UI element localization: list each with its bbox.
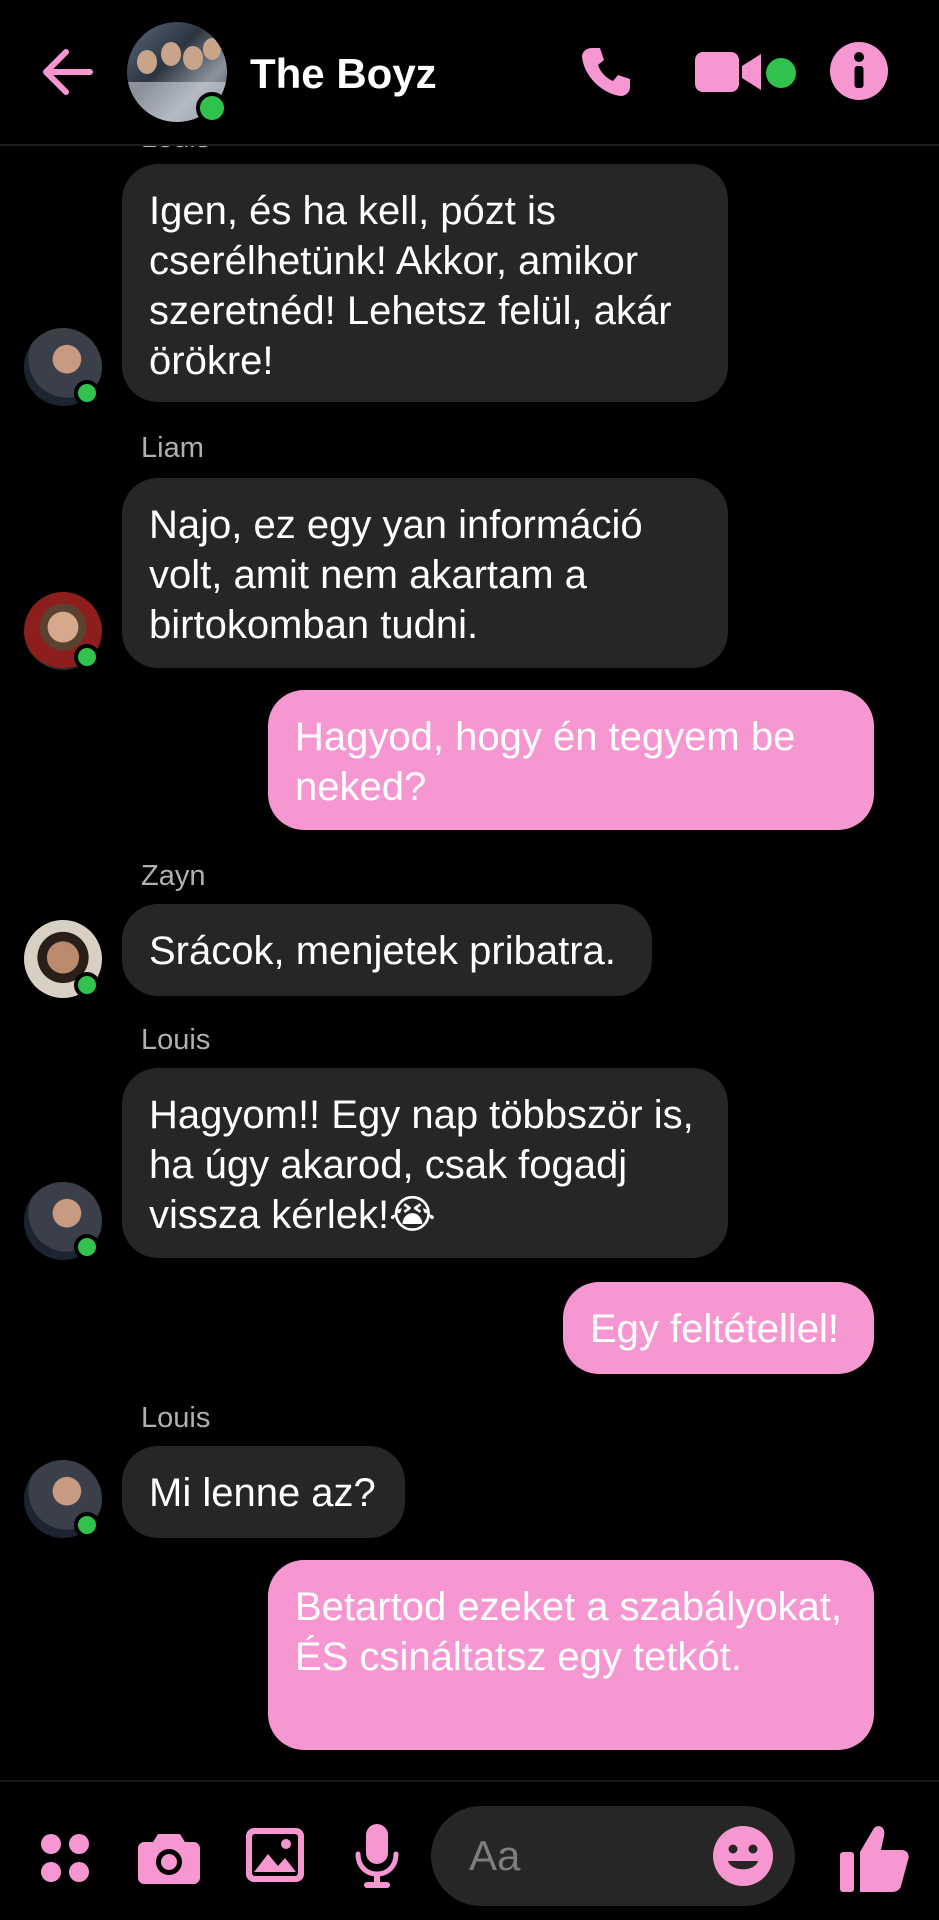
- my-message-bubble[interactable]: Egy feltétellel!: [563, 1282, 874, 1374]
- my-message-bubble[interactable]: Betartod ezeket a szabályokat, ÉS csinál…: [268, 1560, 874, 1750]
- message-composer: [0, 1780, 939, 1920]
- sender-name: Liam: [141, 432, 204, 464]
- message-input-container[interactable]: [431, 1806, 795, 1906]
- online-indicator: [74, 1512, 100, 1538]
- message-bubble[interactable]: Srácok, menjetek pribatra.: [122, 904, 652, 996]
- camera-icon[interactable]: [138, 1830, 200, 1884]
- apps-icon[interactable]: [40, 1833, 90, 1883]
- message-bubble[interactable]: Hagyom!! Egy nap többször is, ha úgy aka…: [122, 1068, 728, 1258]
- message-bubble[interactable]: Najo, ez egy yan információ volt, amit n…: [122, 478, 728, 668]
- sender-name: Zayn: [141, 860, 206, 892]
- microphone-icon[interactable]: [354, 1824, 400, 1888]
- online-indicator: [74, 972, 100, 998]
- info-icon[interactable]: [830, 42, 888, 100]
- gallery-icon[interactable]: [246, 1828, 304, 1882]
- message-bubble[interactable]: Igen, és ha kell, pózt is cserélhetünk! …: [122, 164, 728, 402]
- emoji-icon[interactable]: [713, 1826, 773, 1886]
- online-indicator: [74, 380, 100, 406]
- sender-name: Louis: [141, 146, 210, 155]
- chat-header: The Boyz: [0, 0, 939, 146]
- thumbs-up-icon[interactable]: [838, 1822, 910, 1894]
- online-indicator: [74, 644, 100, 670]
- chat-title[interactable]: The Boyz: [250, 50, 437, 98]
- my-message-bubble[interactable]: Hagyod, hogy én tegyem be neked?: [268, 690, 874, 830]
- video-camera-icon[interactable]: [695, 50, 761, 94]
- message-input[interactable]: [469, 1830, 689, 1882]
- active-call-indicator: [766, 58, 796, 88]
- online-indicator: [74, 1234, 100, 1260]
- sender-name: Louis: [141, 1024, 211, 1056]
- message-bubble[interactable]: Mi lenne az?: [122, 1446, 405, 1538]
- phone-icon[interactable]: [578, 44, 634, 100]
- sender-name: Louis: [141, 1402, 211, 1434]
- message-list[interactable]: Louis Igen, és ha kell, pózt is cserélhe…: [0, 146, 939, 1780]
- back-arrow-icon[interactable]: [36, 40, 100, 104]
- online-indicator: [196, 92, 228, 124]
